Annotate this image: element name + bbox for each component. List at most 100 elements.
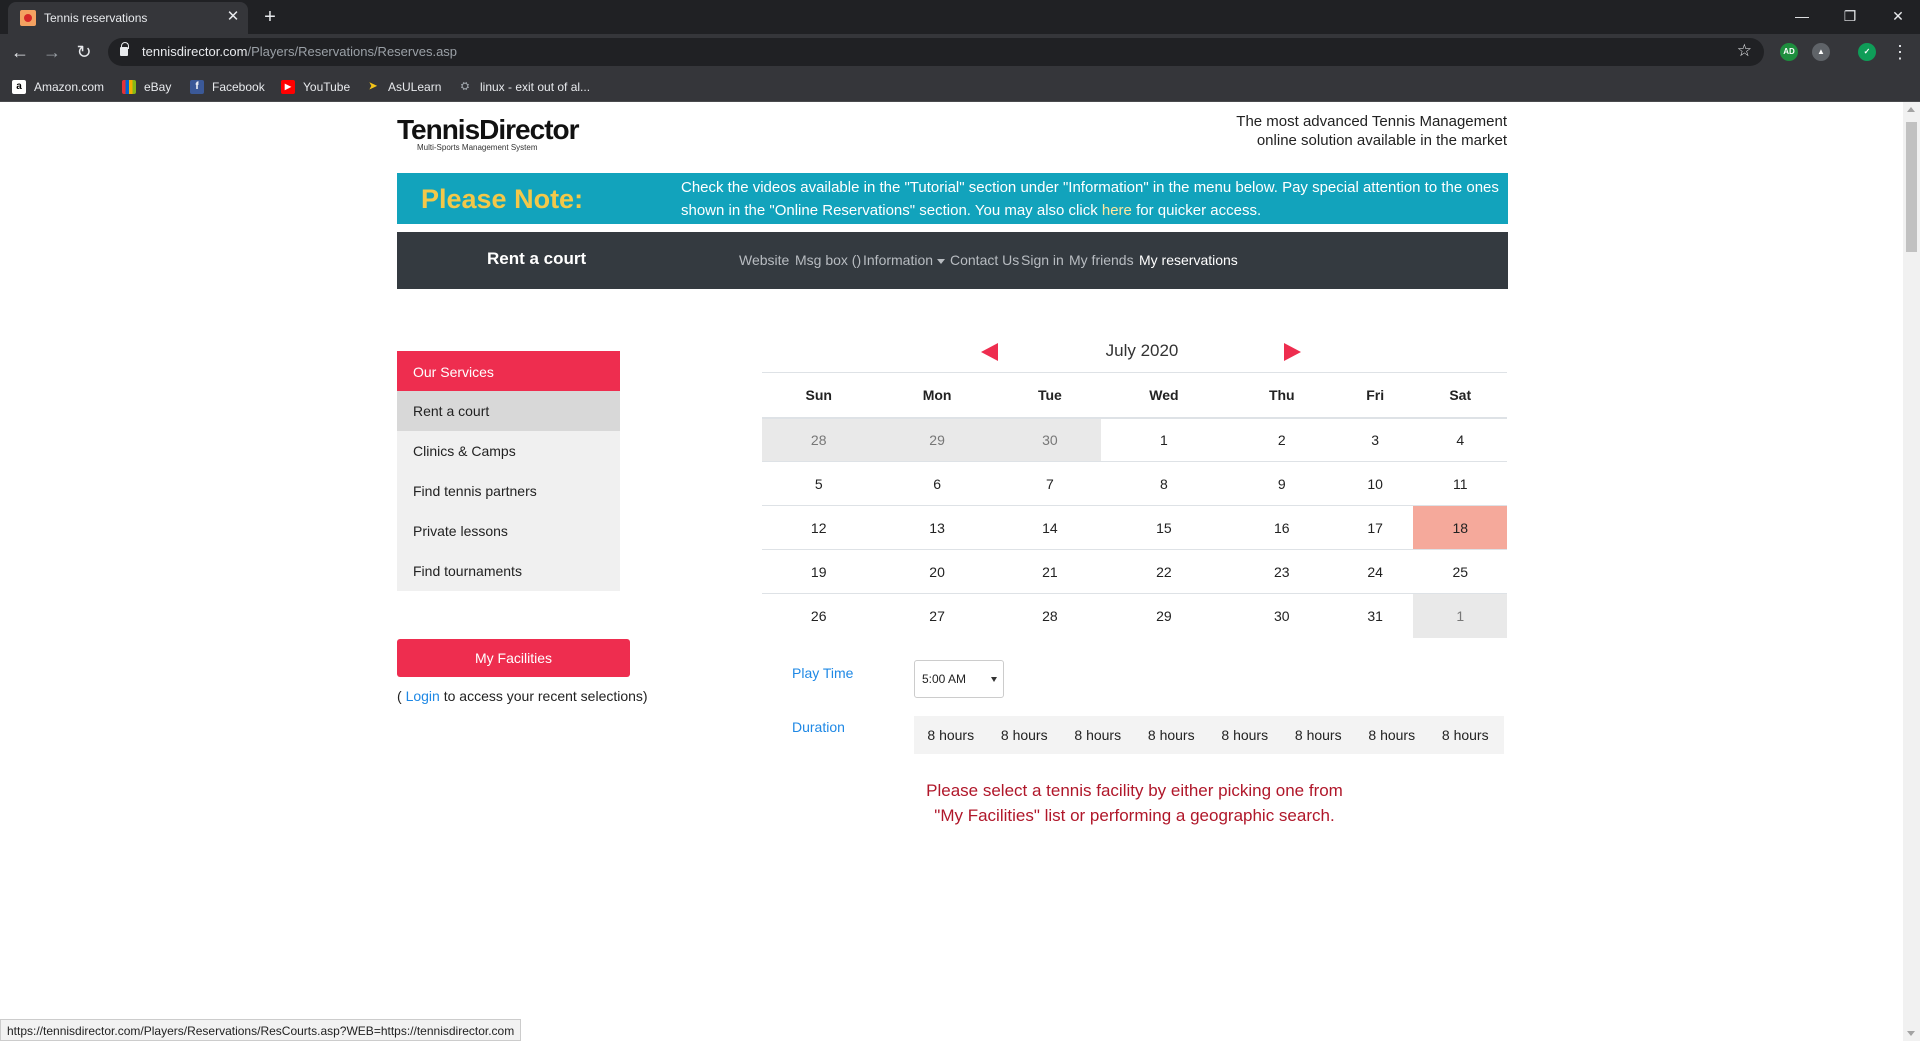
calendar-day[interactable]: 7 [998,461,1102,506]
bookmark-amazon[interactable]: a Amazon.com [12,78,104,96]
calendar-day[interactable]: 12 [762,505,876,550]
stackexchange-icon: ⛭ [461,81,469,92]
back-button[interactable]: ← [8,41,32,63]
calendar-day[interactable]: 22 [1101,549,1227,594]
scroll-down-icon[interactable] [1907,1031,1915,1036]
sidebar-item-find-tournaments[interactable]: Find tournaments [397,551,620,591]
duration-option[interactable]: 8 hours [1208,716,1282,754]
bookmark-youtube[interactable]: ▶ YouTube [281,78,350,96]
nav-my-friends[interactable]: My friends [1069,252,1134,268]
calendar-day[interactable]: 24 [1336,549,1414,594]
site-favicon-icon [20,10,36,26]
extension-drive-icon[interactable]: ▲ [1812,43,1830,61]
duration-option[interactable]: 8 hours [988,716,1062,754]
calendar-day[interactable]: 16 [1226,505,1337,550]
browser-menu-icon[interactable]: ⋮ [1888,41,1912,63]
browser-tab[interactable]: Tennis reservations ✕ [8,2,248,34]
calendar-day[interactable]: 11 [1413,461,1507,506]
calendar-day[interactable]: 5 [762,461,876,506]
duration-option[interactable]: 8 hours [914,716,988,754]
facebook-icon: f [190,80,204,94]
calendar-day[interactable]: 28 [998,593,1102,638]
my-facilities-button[interactable]: My Facilities [397,639,630,677]
calendar-day[interactable]: 25 [1413,549,1507,594]
calendar-day[interactable]: 31 [1336,593,1414,638]
bookmark-facebook[interactable]: f Facebook [190,78,265,96]
calendar-day[interactable]: 23 [1226,549,1337,594]
nav-msg-box[interactable]: Msg box () [795,252,861,268]
calendar-day[interactable]: 13 [875,505,999,550]
duration-option[interactable]: 8 hours [1282,716,1356,754]
calendar-day[interactable]: 20 [875,549,999,594]
calendar-day[interactable]: 26 [762,593,876,638]
calendar-day[interactable]: 10 [1336,461,1414,506]
calendar-day[interactable]: 4 [1413,417,1507,462]
calendar-day[interactable]: 27 [875,593,999,638]
weekday-thu: Thu [1226,372,1337,419]
previous-month-arrow-icon[interactable] [981,343,998,361]
sidebar-item-rent-a-court[interactable]: Rent a court [397,391,620,431]
calendar-week-row: 26 27 28 29 30 31 1 [762,593,1507,638]
note-here-link[interactable]: here [1102,202,1132,219]
close-tab-icon[interactable]: ✕ [224,8,242,26]
bookmark-asulearn[interactable]: ➤ AsULearn [366,78,442,96]
calendar-day[interactable]: 21 [998,549,1102,594]
address-bar[interactable]: tennisdirector.com/Players/Reservations/… [108,38,1764,66]
new-tab-button[interactable]: + [258,6,282,28]
calendar-day[interactable]: 19 [762,549,876,594]
calendar-day[interactable]: 1 [1101,417,1227,462]
calendar-day[interactable]: 8 [1101,461,1227,506]
scrollbar-thumb[interactable] [1906,122,1917,252]
calendar-week-row: 12 13 14 15 16 17 18 [762,505,1507,550]
browser-toolbar: ← → ↻ tennisdirector.com/Players/Reserva… [0,34,1920,70]
duration-option[interactable]: 8 hours [1135,716,1209,754]
weekday-fri: Fri [1336,372,1414,419]
sidebar-heading: Our Services [397,351,620,391]
login-link[interactable]: Login [406,688,440,704]
calendar-day[interactable]: 15 [1101,505,1227,550]
nav-sign-in[interactable]: Sign in [1021,252,1064,268]
page-scrollbar[interactable] [1903,102,1920,1041]
close-window-button[interactable]: ✕ [1876,4,1920,28]
calendar-grid: Sun Mon Tue Wed Thu Fri Sat 28 29 30 1 2… [762,372,1507,638]
note-banner: Please Note: Check the videos available … [397,173,1508,224]
calendar-day[interactable]: 29 [1101,593,1227,638]
nav-contact-us[interactable]: Contact Us [950,252,1019,268]
calendar-day[interactable]: 6 [875,461,999,506]
duration-option[interactable]: 8 hours [1355,716,1429,754]
duration-option[interactable]: 8 hours [1429,716,1503,754]
extension-ad-icon[interactable]: AD [1780,43,1798,61]
calendar-day-selected[interactable]: 18 [1413,505,1507,550]
forward-button[interactable]: → [40,41,64,63]
restore-window-button[interactable]: ❐ [1828,4,1872,28]
bookmark-ebay[interactable]: eBay [122,78,171,96]
sidebar-item-find-partners[interactable]: Find tennis partners [397,471,620,511]
navbar-brand[interactable]: Rent a court [487,249,586,269]
calendar-day[interactable]: 14 [998,505,1102,550]
sidebar-item-private-lessons[interactable]: Private lessons [397,511,620,551]
nav-website[interactable]: Website [739,252,789,268]
minimize-window-button[interactable]: — [1780,4,1824,28]
duration-option[interactable]: 8 hours [1061,716,1135,754]
youtube-icon: ▶ [281,80,295,94]
page-content: TennisDirector Multi-Sports Management S… [0,102,1920,1041]
bookmark-linux[interactable]: ⛭ linux - exit out of al... [458,78,590,96]
sidebar-item-clinics-camps[interactable]: Clinics & Camps [397,431,620,471]
calendar-day[interactable]: 3 [1336,417,1414,462]
calendar-day[interactable]: 30 [1226,593,1337,638]
tennisdirector-logo[interactable]: TennisDirector Multi-Sports Management S… [397,114,580,152]
extension-shield-icon[interactable]: ✓ [1858,43,1876,61]
calendar-day-other-month: 1 [1413,593,1507,638]
login-hint: ( Login to access your recent selections… [397,688,648,704]
calendar-day[interactable]: 17 [1336,505,1414,550]
nav-my-reservations[interactable]: My reservations [1139,252,1238,268]
calendar-day[interactable]: 9 [1226,461,1337,506]
nav-information[interactable]: Information [863,252,946,268]
play-time-select[interactable]: 5:00 AM [914,660,1004,698]
logo-text: TennisDirector [397,114,580,145]
bookmark-star-icon[interactable]: ☆ [1737,41,1752,61]
reload-button[interactable]: ↻ [72,41,96,63]
calendar-day[interactable]: 2 [1226,417,1337,462]
next-month-arrow-icon[interactable] [1284,343,1301,361]
scroll-up-icon[interactable] [1907,107,1915,112]
